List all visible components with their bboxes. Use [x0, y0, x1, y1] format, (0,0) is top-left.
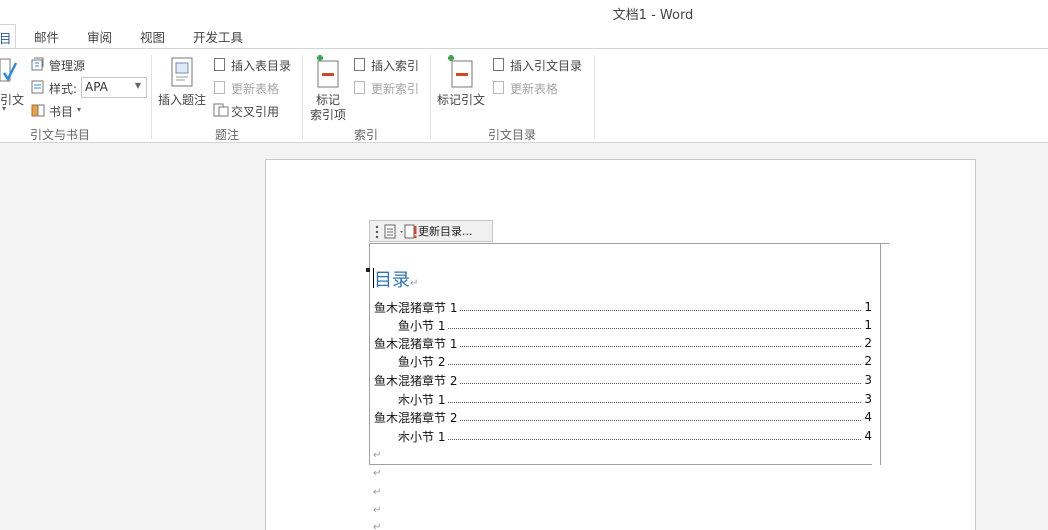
style-icon	[31, 80, 44, 94]
tab-review[interactable]: 审阅	[87, 27, 112, 46]
mark-entry-label-line2: 索引项	[310, 108, 347, 122]
bibliography-icon	[31, 104, 45, 117]
cross-reference-icon	[213, 103, 229, 117]
group-separator	[151, 55, 152, 139]
mark-entry-icon	[317, 55, 339, 88]
insert-citation-icon	[0, 58, 18, 82]
toc-heading-text: 目录	[374, 270, 410, 291]
update-toc-label: 更新目录...	[418, 225, 473, 238]
insert-toa-icon	[493, 58, 504, 71]
table-of-figures-icon	[214, 58, 225, 71]
paragraph-mark: ↵	[373, 487, 382, 498]
style-label: 样式:	[49, 82, 78, 96]
update-table-icon	[214, 81, 225, 94]
insert-index-label[interactable]: 插入索引	[371, 57, 419, 74]
update-toc-icon	[404, 224, 417, 239]
bibliography-label: 书目	[49, 105, 74, 119]
paragraph-mark: ↵	[410, 278, 419, 289]
update-toa-label: 更新表格	[510, 82, 559, 96]
mark-citation-icon	[448, 55, 473, 88]
group-separator	[594, 55, 595, 139]
toc-entry[interactable]: 木小节 1 4 ↵	[398, 428, 872, 444]
toc-right-border	[871, 243, 881, 465]
toc-entry[interactable]: 木小节 1 3 ↵	[398, 391, 872, 407]
insert-table-of-figures-label: 插入表目录	[231, 59, 292, 73]
insert-toa-label: 插入引文目录	[510, 59, 583, 73]
window-title: 文档1 - Word	[612, 8, 694, 23]
ribbon: 引文 ▾ 管理源 样式: APA ▼ 书目 ▾ 引文与书目 插入题注 插入表目录…	[0, 48, 1048, 143]
manage-sources-label: 管理源	[49, 59, 86, 73]
manage-sources-icon	[31, 57, 44, 71]
toc-entry[interactable]: 鱼木混猪章节 2 3 ↵	[374, 372, 872, 388]
insert-index-icon	[354, 58, 365, 71]
tab-view[interactable]: 视图	[140, 27, 165, 46]
toc-heading[interactable]: 目录↵	[374, 266, 418, 292]
toc-entry[interactable]: 鱼木混猪章节 1 1 ↵	[374, 299, 872, 315]
group-separator	[302, 55, 303, 139]
toc-entry[interactable]: 鱼小节 1 1 ↵	[398, 317, 872, 333]
update-index-label: 更新索引	[371, 82, 420, 96]
chevron-down-icon: ▼	[134, 81, 141, 90]
update-table-label: 更新表格	[231, 82, 280, 96]
title-bar: 文档1 - Word	[0, 0, 1048, 24]
chevron-down-icon: ▾	[2, 104, 7, 113]
ribbon-tabs: 目 邮件 审阅 视图 开发工具	[0, 24, 1048, 50]
tab-developer[interactable]: 开发工具	[193, 27, 243, 46]
insert-caption-label: 插入题注	[158, 93, 207, 107]
tab-references[interactable]: 目	[0, 24, 16, 50]
style-value: APA	[85, 80, 108, 94]
group-label-index: 索引	[354, 128, 379, 142]
group-label-toa: 引文目录	[488, 128, 537, 142]
group-separator	[430, 55, 431, 139]
paragraph-mark: ↵	[373, 468, 382, 479]
update-toa-icon	[493, 81, 504, 94]
style-dropdown[interactable]: APA ▼	[81, 77, 147, 98]
paragraph-mark: ↵	[373, 505, 382, 516]
paragraph-mark: ↵	[373, 450, 382, 461]
mark-citation-label: 标记引文	[437, 93, 486, 107]
toc-entry[interactable]: 鱼木混猪章节 2 4 ↵	[374, 409, 872, 425]
group-label-citations: 引文与书目	[30, 128, 91, 142]
toc-entry[interactable]: 鱼木混猪章节 1 2 ↵	[374, 335, 872, 351]
insert-caption-icon	[171, 57, 193, 87]
toc-entry[interactable]: 鱼小节 2 2 ↵	[398, 353, 872, 369]
update-index-icon	[354, 81, 365, 94]
drag-handle-icon[interactable]	[374, 224, 382, 240]
group-label-captions: 题注	[215, 128, 240, 142]
toc-content-control-toolbar: 更新目录...	[369, 220, 493, 242]
cross-reference-label: 交叉引用	[231, 105, 280, 119]
chevron-down-icon: ▾	[77, 105, 82, 114]
paragraph-mark: ↵	[373, 522, 382, 530]
tab-mailings[interactable]: 邮件	[34, 27, 59, 46]
anchor-marker	[366, 268, 370, 272]
toc-menu-icon[interactable]	[384, 224, 406, 240]
